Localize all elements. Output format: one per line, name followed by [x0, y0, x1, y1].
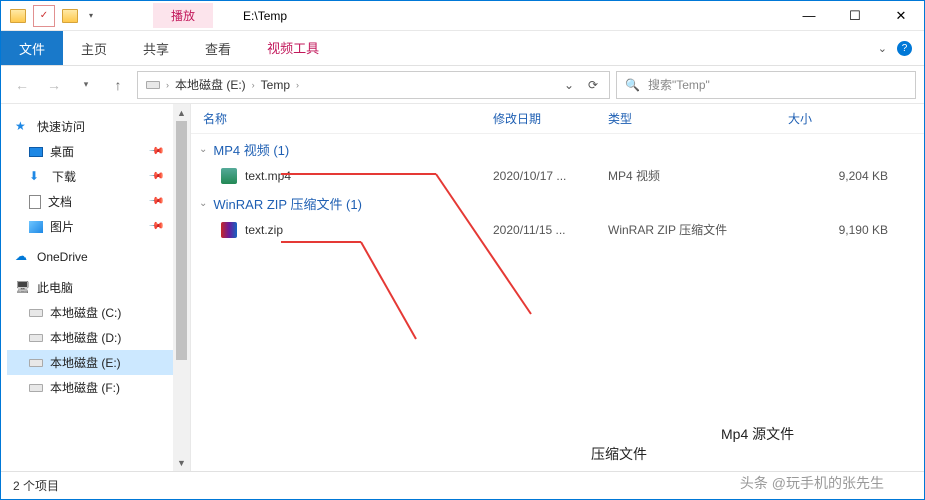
window-controls: — ☐ ✕ — [786, 1, 924, 31]
column-date[interactable]: 修改日期 — [493, 110, 608, 127]
tab-share[interactable]: 共享 — [125, 31, 187, 65]
pin-icon: 📌 — [147, 193, 164, 210]
play-context-tab[interactable]: 播放 — [153, 3, 213, 28]
column-type[interactable]: 类型 — [608, 110, 788, 127]
file-list: 名称 修改日期 类型 大小 ⌄ MP4 视频 (1) text.mp4 2020… — [191, 104, 924, 471]
sidebar-scrollbar[interactable]: ▲ ▼ — [173, 104, 190, 471]
drive-icon — [29, 309, 43, 317]
quick-access-toolbar: ✓ ▾ — [1, 5, 103, 27]
document-icon — [29, 195, 41, 209]
group-header-mp4[interactable]: ⌄ MP4 视频 (1) — [191, 134, 924, 163]
drive-icon — [29, 384, 43, 392]
drive-icon — [142, 81, 164, 89]
sidebar-documents[interactable]: 文档📌 — [7, 189, 190, 214]
scroll-thumb[interactable] — [176, 121, 187, 360]
mp4-icon — [221, 168, 237, 184]
titlebar: ✓ ▾ 播放 E:\Temp — ☐ ✕ — [1, 1, 924, 31]
help-icon[interactable]: ? — [897, 41, 912, 56]
breadcrumb-segment[interactable]: Temp — [257, 78, 294, 92]
tab-file[interactable]: 文件 — [1, 31, 63, 65]
back-button[interactable]: ← — [9, 72, 35, 98]
ribbon-tabs: 文件 主页 共享 查看 视频工具 ⌄ ? — [1, 31, 924, 66]
minimize-button[interactable]: — — [786, 1, 832, 31]
column-name[interactable]: 名称 — [203, 110, 493, 127]
pin-icon: 📌 — [147, 218, 164, 235]
chevron-right-icon[interactable]: › — [164, 80, 171, 90]
drive-icon — [29, 334, 43, 342]
sidebar-this-pc[interactable]: 🖥此电脑 — [7, 275, 190, 300]
breadcrumb-segment[interactable]: 本地磁盘 (E:) — [171, 76, 250, 93]
chevron-down-icon: ⌄ — [199, 144, 207, 155]
contextual-tabs: 播放 — [153, 3, 213, 28]
sidebar-downloads[interactable]: ⬇下载📌 — [7, 164, 190, 189]
download-icon: ⬇ — [29, 169, 45, 185]
column-size[interactable]: 大小 — [788, 110, 908, 127]
qat-dropdown-icon[interactable]: ▾ — [85, 11, 97, 20]
watermark: 头条 @玩手机的张先生 — [740, 473, 884, 493]
chevron-down-icon: ⌄ — [199, 198, 207, 209]
address-bar[interactable]: › 本地磁盘 (E:) › Temp › ⌄ ⟳ — [137, 71, 610, 99]
sidebar-quick-access[interactable]: ★快速访问 — [7, 114, 190, 139]
annotation-source-file: Mp4 源文件 — [721, 424, 794, 444]
annotation-compressed-file: 压缩文件 — [591, 444, 647, 464]
tab-home[interactable]: 主页 — [63, 31, 125, 65]
file-row[interactable]: text.zip 2020/11/15 ... WinRAR ZIP 压缩文件 … — [191, 217, 924, 242]
forward-button[interactable]: → — [41, 72, 67, 98]
up-button[interactable]: ↑ — [105, 72, 131, 98]
sidebar-pictures[interactable]: 图片📌 — [7, 214, 190, 239]
sidebar-drive-f[interactable]: 本地磁盘 (F:) — [7, 375, 190, 400]
zip-icon — [221, 222, 237, 238]
refresh-icon[interactable]: ⟳ — [581, 72, 605, 98]
maximize-button[interactable]: ☐ — [832, 1, 878, 31]
sidebar-onedrive[interactable]: ☁OneDrive — [7, 245, 190, 269]
address-dropdown-icon[interactable]: ⌄ — [557, 72, 581, 98]
file-row[interactable]: text.mp4 2020/10/17 ... MP4 视频 9,204 KB — [191, 163, 924, 188]
desktop-icon — [29, 147, 43, 157]
pictures-icon — [29, 221, 43, 233]
cloud-icon: ☁ — [15, 249, 31, 265]
sidebar-drive-c[interactable]: 本地磁盘 (C:) — [7, 300, 190, 325]
scroll-down-icon[interactable]: ▼ — [173, 454, 190, 471]
sidebar-drive-e[interactable]: 本地磁盘 (E:) — [7, 350, 190, 375]
navigation-bar: ← → ▾ ↑ › 本地磁盘 (E:) › Temp › ⌄ ⟳ 🔍 搜索"Te… — [1, 66, 924, 104]
chevron-right-icon[interactable]: › — [250, 80, 257, 90]
ribbon-collapse-icon[interactable]: ⌄ — [878, 42, 887, 55]
window-title: E:\Temp — [243, 9, 287, 23]
folder-icon — [7, 5, 29, 27]
chevron-right-icon[interactable]: › — [294, 80, 301, 90]
drive-icon — [29, 359, 43, 367]
search-placeholder: 搜索"Temp" — [648, 76, 710, 93]
pin-icon: 📌 — [147, 143, 164, 160]
close-button[interactable]: ✕ — [878, 1, 924, 31]
navigation-pane: ★快速访问 桌面📌 ⬇下载📌 文档📌 图片📌 ☁OneDrive 🖥此电脑 本地… — [1, 104, 191, 471]
scroll-up-icon[interactable]: ▲ — [173, 104, 190, 121]
sidebar-desktop[interactable]: 桌面📌 — [7, 139, 190, 164]
qat-newfolder-icon[interactable] — [59, 5, 81, 27]
sidebar-drive-d[interactable]: 本地磁盘 (D:) — [7, 325, 190, 350]
pin-icon: 📌 — [147, 168, 164, 185]
search-icon: 🔍 — [625, 78, 640, 92]
content-area: ★快速访问 桌面📌 ⬇下载📌 文档📌 图片📌 ☁OneDrive 🖥此电脑 本地… — [1, 104, 924, 471]
tab-view[interactable]: 查看 — [187, 31, 249, 65]
qat-properties-icon[interactable]: ✓ — [33, 5, 55, 27]
group-header-zip[interactable]: ⌄ WinRAR ZIP 压缩文件 (1) — [191, 188, 924, 217]
pc-icon: 🖥 — [15, 280, 31, 296]
search-input[interactable]: 🔍 搜索"Temp" — [616, 71, 916, 99]
status-item-count: 2 个项目 — [13, 477, 59, 494]
column-headers: 名称 修改日期 类型 大小 — [191, 104, 924, 134]
star-icon: ★ — [15, 119, 31, 135]
tab-video-tools[interactable]: 视频工具 — [249, 31, 337, 65]
recent-dropdown-icon[interactable]: ▾ — [73, 72, 99, 98]
